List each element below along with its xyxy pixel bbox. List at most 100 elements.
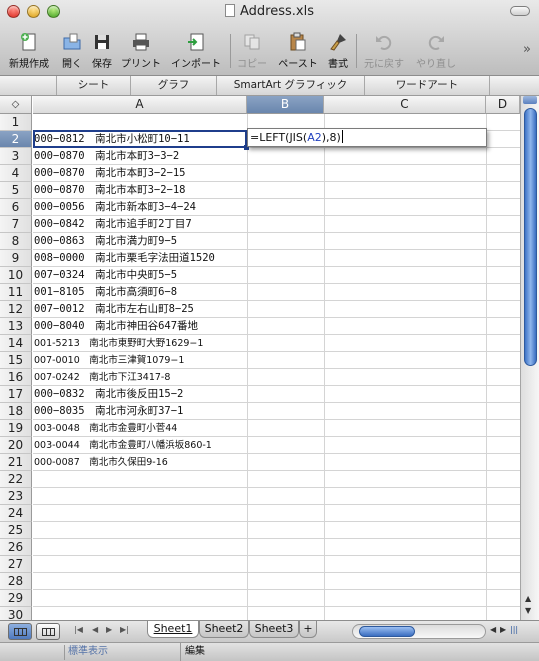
vertical-scroll-thumb[interactable] [524,108,537,366]
row-header[interactable]: 18 [0,403,32,420]
row-header[interactable]: 5 [0,182,32,199]
cell-a[interactable]: 000−0842 南北市追手町2丁目7 [34,216,246,233]
row-header[interactable]: 3 [0,148,32,165]
row-header[interactable]: 20 [0,437,32,454]
cell-a[interactable]: 000−0870 南北市本町3−2−18 [34,182,246,199]
undo-button[interactable]: 元に戻す [360,30,408,74]
row-header[interactable]: 21 [0,454,32,471]
scroll-down-arrow-icon[interactable]: ▼ [525,606,531,615]
format-button[interactable]: 書式 [324,30,352,74]
cell-a[interactable]: 000−0863 南北市満力町9−5 [34,233,246,250]
scroll-right-arrow-icon[interactable]: ▶ [500,625,506,634]
row-header[interactable]: 8 [0,233,32,250]
normal-view-button[interactable] [8,623,32,640]
row-header[interactable]: 7 [0,216,32,233]
first-sheet-arrow-icon[interactable]: |◀ [74,625,83,634]
row-header[interactable]: 16 [0,369,32,386]
last-sheet-arrow-icon[interactable]: ▶| [120,625,129,634]
copy-button[interactable]: コピー [234,30,270,74]
row-header[interactable]: 4 [0,165,32,182]
row-header[interactable]: 30 [0,607,32,620]
open-button[interactable]: 開く [58,30,86,74]
text-caret [341,130,343,143]
row-header[interactable]: 2 [0,131,32,148]
row-header[interactable]: 10 [0,267,32,284]
tab-wordart[interactable]: ワードアート [364,76,490,95]
row-header[interactable]: 27 [0,556,32,573]
cell-a[interactable]: 000−0056 南北市新本町3−4−24 [34,199,246,216]
row-header[interactable]: 25 [0,522,32,539]
redo-button[interactable]: やり直し [412,30,460,74]
row-header[interactable]: 12 [0,301,32,318]
column-header-a[interactable]: A [33,96,247,114]
tab-chart[interactable]: グラフ [130,76,216,95]
row-header[interactable]: 26 [0,539,32,556]
cell-a[interactable]: 000−0870 南北市本町3−2−15 [34,165,246,182]
cell-a[interactable]: 007−0324 南北市中央町5−5 [34,267,246,284]
cell-a[interactable]: 001−8105 南北市高須町6−8 [34,284,246,301]
cell-a[interactable]: 007-0010 南北市三津賀1079−1 [34,352,246,369]
add-sheet-button[interactable]: + [299,621,317,638]
row-header[interactable]: 15 [0,352,32,369]
row-header[interactable]: 24 [0,505,32,522]
select-all-corner[interactable]: ◇ [0,96,32,114]
save-button[interactable]: 保存 [88,30,116,74]
spreadsheet-grid[interactable]: ◇ A B C D 1 2 3 4 5 6 7 8 9 10 11 12 13 14 15 16 17 18 19 2… [0,96,520,620]
status-separator [64,645,65,660]
row-header[interactable]: 6 [0,199,32,216]
new-button[interactable]: 新規作成 [6,30,52,74]
row-header[interactable]: 22 [0,471,32,488]
cell-a[interactable]: 000−8035 南北市河永町37−1 [34,403,246,420]
cell-a[interactable]: 007−0012 南北市左右山町8−25 [34,301,246,318]
cell-a[interactable]: 000−0870 南北市本町3−3−2 [34,148,246,165]
toolbar-overflow-chevron-icon[interactable]: » [523,42,531,57]
split-handle[interactable] [523,96,537,104]
cell-a[interactable]: 003-0048 南北市金豊町小菅44 [34,420,246,437]
sheet-tab-sheet3[interactable]: Sheet3 [249,621,299,638]
prev-sheet-arrow-icon[interactable]: ◀ [92,625,98,634]
import-button[interactable]: インポート [168,30,224,74]
row-header[interactable]: 19 [0,420,32,437]
cell-a[interactable]: 008−0000 南北市栗毛字法田道1520 [34,250,246,267]
row-header[interactable]: 9 [0,250,32,267]
view-mode-status: 標準表示 [68,646,108,657]
next-sheet-arrow-icon[interactable]: ▶ [106,625,112,634]
cell-a[interactable]: 007-0242 南北市下江3417-8 [34,369,246,386]
row-header[interactable]: 29 [0,590,32,607]
print-button[interactable]: プリント [120,30,162,74]
vertical-scrollbar[interactable]: ▲ ▼ [520,96,539,620]
split-vertical-handle-icon[interactable]: ||| [510,625,518,634]
scroll-up-arrow-icon[interactable]: ▲ [525,594,531,603]
row-header[interactable]: 17 [0,386,32,403]
horizontal-scrollbar[interactable] [352,624,486,639]
paste-button[interactable]: ペースト [274,30,322,74]
cell-a[interactable]: 003-0044 南北市金豊町八幡浜坂860-1 [34,437,246,454]
row-header[interactable]: 14 [0,335,32,352]
row-header[interactable]: 1 [0,114,32,131]
cell-a[interactable]: 000−0832 南北市後反田15−2 [34,386,246,403]
cell-a[interactable]: 001-5213 南北市東野町大野1629−1 [34,335,246,352]
column-header-c[interactable]: C [324,96,486,114]
undo-icon [376,35,392,50]
column-header-b[interactable]: B [247,96,324,114]
toolbar-toggle-button[interactable] [510,6,530,16]
sheet-tab-sheet1[interactable]: Sheet1 [147,621,199,638]
formula-editor[interactable]: =LEFT(JIS(A2),8) [247,128,487,147]
cell-a[interactable]: 000−8040 南北市神田谷647番地 [34,318,246,335]
row-header[interactable]: 11 [0,284,32,301]
column-header-d[interactable]: D [486,96,520,114]
row-header[interactable]: 28 [0,573,32,590]
cell-a[interactable]: 000-0087 南北市久保田9-16 [34,454,246,471]
horizontal-scroll-thumb[interactable] [359,626,415,637]
sheet-tab-sheet2[interactable]: Sheet2 [199,621,249,638]
cell-area[interactable]: 000−0812 南北市小松町10−11 000−0870 南北市本町3−3−2 0… [33,114,520,620]
row-header[interactable]: 23 [0,488,32,505]
formula-prefix: =LEFT(JIS( [250,131,308,144]
row-header[interactable]: 13 [0,318,32,335]
cell-a[interactable] [34,114,246,131]
tab-smartart[interactable]: SmartArt グラフィック [216,76,364,95]
page-layout-view-button[interactable] [36,623,60,640]
tab-sheet[interactable]: シート [56,76,130,95]
sheet-bar: |◀ ◀ ▶ ▶| Sheet1 Sheet2 Sheet3 + ◀ ▶ ||| [0,620,539,642]
scroll-left-arrow-icon[interactable]: ◀ [490,625,496,634]
